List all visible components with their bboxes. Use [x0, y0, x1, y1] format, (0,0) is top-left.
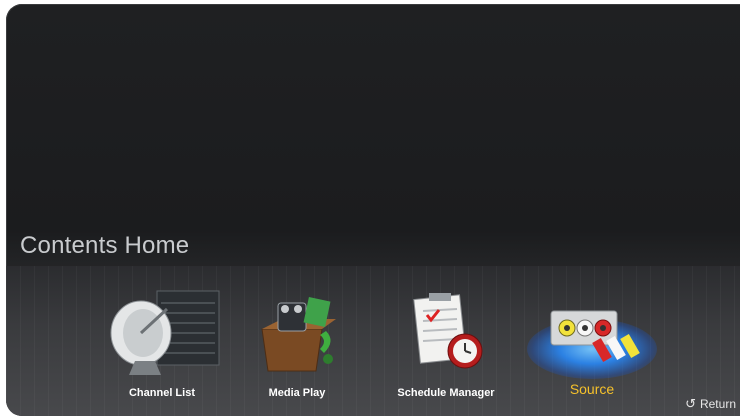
menu-item-label: Schedule Manager — [397, 387, 495, 399]
menu-item-label: Channel List — [128, 387, 195, 399]
satellite-dish-icon — [97, 289, 227, 375]
menu-item-label: Media Play — [268, 387, 326, 399]
menu-item-media-play[interactable]: Media Play — [227, 289, 367, 399]
av-connector-icon — [527, 289, 657, 379]
menu-item-schedule-manager[interactable]: Schedule Manager — [376, 289, 516, 399]
page-title: Contents Home — [20, 232, 190, 259]
menu-item-label: Source — [569, 381, 615, 397]
menu-item-channel-list[interactable]: Channel List — [92, 289, 232, 399]
media-box-icon — [232, 289, 362, 375]
menu-item-source[interactable]: Source — [522, 289, 662, 399]
schedule-clock-icon — [381, 289, 511, 375]
contents-home-screen: Contents Home Channel List Media Play Sc… — [6, 4, 740, 416]
return-arrow-icon: ↺ — [685, 396, 696, 411]
return-label: Return — [699, 397, 736, 411]
return-button[interactable]: ↺ Return — [685, 396, 736, 412]
